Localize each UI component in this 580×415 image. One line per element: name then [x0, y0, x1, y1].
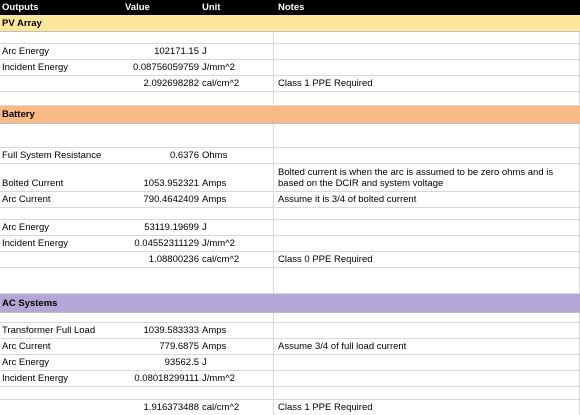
- header-notes[interactable]: Notes: [274, 0, 580, 15]
- table-row: [0, 268, 580, 294]
- note-cell[interactable]: Assume 3/4 of full load current: [274, 339, 580, 354]
- label-cell[interactable]: Arc Current: [0, 192, 122, 207]
- section-ac-systems[interactable]: AC Systems: [0, 294, 580, 313]
- value-cell[interactable]: 0.6376: [122, 148, 200, 163]
- header-outputs[interactable]: Outputs: [0, 0, 122, 15]
- note-cell[interactable]: [274, 371, 580, 386]
- value-cell[interactable]: 53119.19699: [122, 220, 200, 235]
- header-value[interactable]: Value: [122, 0, 200, 15]
- label-cell[interactable]: [0, 400, 122, 415]
- unit-cell[interactable]: J/mm^2: [200, 60, 274, 75]
- value-cell[interactable]: 93562.5: [122, 355, 200, 370]
- value-cell[interactable]: 0.08756059759: [122, 60, 200, 75]
- note-cell[interactable]: [274, 148, 580, 163]
- unit-cell[interactable]: Amps: [200, 164, 274, 191]
- unit-cell[interactable]: cal/cm^2: [200, 76, 274, 91]
- table-row: Transformer Full Load 1039.583333 Amps: [0, 323, 580, 339]
- table-row: [0, 313, 580, 323]
- unit-cell[interactable]: J/mm^2: [200, 371, 274, 386]
- note-cell[interactable]: Assume it is 3/4 of bolted current: [274, 192, 580, 207]
- table-row: Incident Energy 0.08756059759 J/mm^2: [0, 60, 580, 76]
- section-pv-array[interactable]: PV Array: [0, 15, 580, 32]
- value-cell[interactable]: 1.08800236: [122, 252, 200, 267]
- table-row: 1.08800236 cal/cm^2 Class 0 PPE Required: [0, 252, 580, 268]
- note-cell[interactable]: [274, 60, 580, 75]
- table-row: Arc Energy 53119.19699 J: [0, 220, 580, 236]
- value-cell[interactable]: 1.916373488: [122, 400, 200, 415]
- table-row: Full System Resistance 0.6376 Ohms: [0, 148, 580, 164]
- unit-cell[interactable]: Amps: [200, 323, 274, 338]
- table-row: 2.092698282 cal/cm^2 Class 1 PPE Require…: [0, 76, 580, 92]
- unit-cell[interactable]: J: [200, 220, 274, 235]
- spreadsheet: Outputs Value Unit Notes PV Array Arc En…: [0, 0, 580, 415]
- note-cell[interactable]: Class 0 PPE Required: [274, 252, 580, 267]
- header-unit[interactable]: Unit: [200, 0, 274, 15]
- value-cell[interactable]: 790.4642409: [122, 192, 200, 207]
- unit-cell[interactable]: cal/cm^2: [200, 252, 274, 267]
- value-cell[interactable]: 779.6875: [122, 339, 200, 354]
- unit-cell[interactable]: J: [200, 355, 274, 370]
- label-cell[interactable]: Incident Energy: [0, 371, 122, 386]
- table-row: [0, 387, 580, 400]
- label-cell[interactable]: Transformer Full Load: [0, 323, 122, 338]
- value-cell[interactable]: 1053.952321: [122, 164, 200, 191]
- table-row: [0, 92, 580, 106]
- unit-cell[interactable]: cal/cm^2: [200, 400, 274, 415]
- unit-cell[interactable]: J/mm^2: [200, 236, 274, 251]
- table-row: [0, 124, 580, 148]
- section-title: AC Systems: [2, 297, 58, 309]
- label-cell[interactable]: Bolted Current: [0, 164, 122, 191]
- label-cell[interactable]: Incident Energy: [0, 60, 122, 75]
- unit-cell[interactable]: J: [200, 44, 274, 59]
- label-cell[interactable]: Incident Energy: [0, 236, 122, 251]
- value-cell[interactable]: 102171.15: [122, 44, 200, 59]
- note-cell[interactable]: [274, 355, 580, 370]
- table-row: [0, 208, 580, 220]
- note-cell[interactable]: Class 1 PPE Required: [274, 400, 580, 415]
- note-cell[interactable]: [274, 236, 580, 251]
- value-cell[interactable]: 1039.583333: [122, 323, 200, 338]
- note-cell[interactable]: Class 1 PPE Required: [274, 76, 580, 91]
- label-cell[interactable]: [0, 252, 122, 267]
- label-cell[interactable]: Arc Energy: [0, 44, 122, 59]
- section-battery[interactable]: Battery: [0, 106, 580, 124]
- label-cell[interactable]: Full System Resistance: [0, 148, 122, 163]
- table-row: Arc Energy 102171.15 J: [0, 44, 580, 60]
- section-title: PV Array: [2, 17, 42, 29]
- table-row: [0, 32, 580, 44]
- header-row: Outputs Value Unit Notes: [0, 0, 580, 15]
- label-cell[interactable]: Arc Energy: [0, 355, 122, 370]
- note-cell[interactable]: Bolted current is when the arc is assume…: [274, 164, 580, 191]
- table-row: Arc Energy 93562.5 J: [0, 355, 580, 371]
- unit-cell[interactable]: Amps: [200, 339, 274, 354]
- value-cell[interactable]: 0.04552311129: [122, 236, 200, 251]
- label-cell[interactable]: Arc Current: [0, 339, 122, 354]
- label-cell[interactable]: [0, 76, 122, 91]
- table-row: Incident Energy 0.04552311129 J/mm^2: [0, 236, 580, 252]
- note-cell[interactable]: [274, 220, 580, 235]
- table-row: Bolted Current 1053.952321 Amps Bolted c…: [0, 164, 580, 192]
- value-cell[interactable]: 0.08018299111: [122, 371, 200, 386]
- value-cell[interactable]: 2.092698282: [122, 76, 200, 91]
- table-row: Arc Current 779.6875 Amps Assume 3/4 of …: [0, 339, 580, 355]
- table-row: Incident Energy 0.08018299111 J/mm^2: [0, 371, 580, 387]
- note-cell[interactable]: [274, 44, 580, 59]
- label-cell[interactable]: Arc Energy: [0, 220, 122, 235]
- unit-cell[interactable]: Ohms: [200, 148, 274, 163]
- table-row: 1.916373488 cal/cm^2 Class 1 PPE Require…: [0, 400, 580, 415]
- section-title: Battery: [2, 109, 35, 120]
- note-cell[interactable]: [274, 323, 580, 338]
- unit-cell[interactable]: Amps: [200, 192, 274, 207]
- table-row: Arc Current 790.4642409 Amps Assume it i…: [0, 192, 580, 208]
